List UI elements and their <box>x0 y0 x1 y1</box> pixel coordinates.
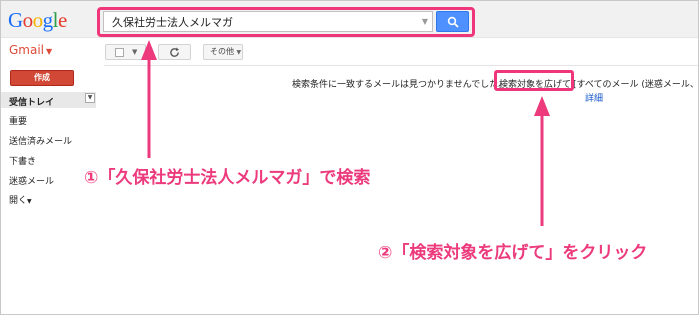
logo-letter: g <box>42 8 54 32</box>
checkbox-icon[interactable] <box>115 48 124 57</box>
no-results-message: 検索条件に一致するメールは見つかりませんでした。 <box>292 80 508 90</box>
refresh-icon <box>170 47 180 57</box>
logo-letter: G <box>8 8 23 32</box>
sidebar-item-inbox[interactable]: 受信トレイ <box>9 95 54 108</box>
no-results-message-tail: [すべてのメール (迷惑メール、 <box>573 80 699 90</box>
logo-letter: e <box>58 8 67 32</box>
compose-label: 作成 <box>34 73 50 82</box>
more-button-label: その他 <box>210 47 234 56</box>
expand-link-highlight-box <box>494 70 574 91</box>
sidebar-item-more-label: 開く <box>9 196 28 206</box>
search-highlight-box <box>97 7 475 37</box>
inbox-options-icon[interactable]: ▼ <box>85 93 95 103</box>
details-link[interactable]: 詳細 <box>585 91 603 104</box>
sidebar-item-spam[interactable]: 迷惑メール <box>9 174 54 187</box>
annotation-step-1: ①「久保社労士法人メルマガ」で検索 <box>84 168 371 188</box>
sidebar-item-drafts[interactable]: 下書き <box>9 154 36 167</box>
gmail-label-text: Gmail <box>9 43 45 57</box>
toolbar-divider <box>104 65 698 66</box>
more-button[interactable]: その他 ▼ <box>203 44 243 60</box>
sidebar-item-important[interactable]: 重要 <box>9 114 27 127</box>
annotation-step-2: ②「検索対象を広げて」をクリック <box>378 243 648 263</box>
refresh-button[interactable] <box>158 44 191 60</box>
sidebar-item-more[interactable]: 開く▼ <box>9 193 32 206</box>
chevron-down-icon: ▼ <box>236 49 242 56</box>
logo-letter: o <box>32 8 44 32</box>
chevron-down-icon: ▼ <box>46 47 53 56</box>
compose-button[interactable]: 作成 <box>10 70 74 86</box>
annotation-arrow-up-icon <box>534 96 550 226</box>
gmail-menu[interactable]: Gmail ▼ <box>9 43 52 57</box>
chevron-down-icon: ▼ <box>27 198 32 205</box>
google-logo[interactable]: Google <box>8 8 67 33</box>
annotation-arrow-up-icon <box>141 40 157 158</box>
sidebar-item-sent[interactable]: 送信済みメール <box>9 134 72 147</box>
logo-letter: o <box>22 8 34 32</box>
chevron-down-icon: ▼ <box>132 48 138 56</box>
